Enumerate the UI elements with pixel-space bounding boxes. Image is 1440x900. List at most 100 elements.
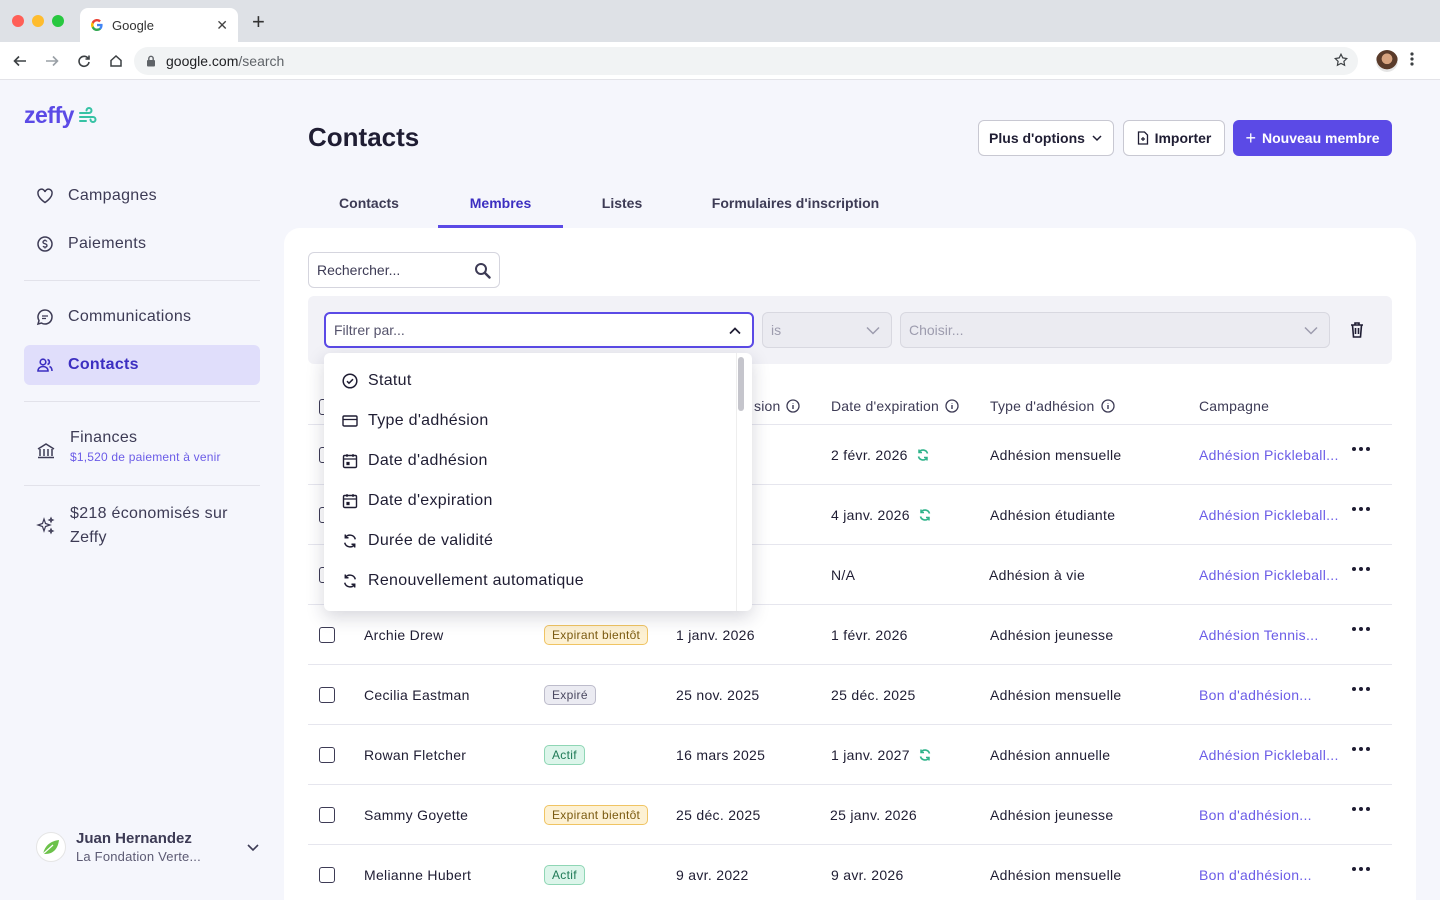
table-row[interactable]: Cecilia Eastman Expiré 25 nov. 2025 25 d… xyxy=(308,664,1392,724)
campaign-link[interactable]: Adhésion Pickleball... xyxy=(1199,725,1339,785)
table-row[interactable]: Sammy Goyette Expirant bientôt 25 déc. 2… xyxy=(308,784,1392,844)
search-input[interactable]: Rechercher... xyxy=(308,252,500,288)
chevron-down-icon[interactable] xyxy=(246,840,260,854)
sidebar-item-contacts[interactable]: Contacts xyxy=(24,345,260,385)
bookmark-star-icon[interactable] xyxy=(1333,52,1349,70)
sidebar-item-communications[interactable]: Communications xyxy=(24,297,260,337)
filter-option-join-date[interactable]: Date d'adhésion xyxy=(342,441,488,481)
col-header-campaign[interactable]: Campagne xyxy=(1199,398,1269,414)
status-badge: Actif xyxy=(544,865,585,885)
zeffy-logo[interactable]: zeffy xyxy=(24,102,98,129)
type-cell: Adhésion annuelle xyxy=(990,747,1111,763)
sidebar-item-finances[interactable]: Finances $1,520 de paiement à venir xyxy=(24,423,260,471)
filter-option-label: Date d'expiration xyxy=(368,492,493,509)
google-icon xyxy=(91,19,103,31)
import-button[interactable]: Importer xyxy=(1123,120,1225,156)
url-path: /search xyxy=(238,53,285,69)
tab-membres[interactable]: Membres xyxy=(438,186,563,228)
campaign-link[interactable]: Bon d'adhésion... xyxy=(1199,845,1312,900)
search-icon[interactable] xyxy=(474,262,491,279)
sparkle-icon xyxy=(36,516,55,535)
row-more-icon[interactable] xyxy=(1352,867,1370,871)
name-cell[interactable]: Archie Drew xyxy=(364,605,444,665)
new-member-label: Nouveau membre xyxy=(1262,130,1380,146)
row-checkbox[interactable] xyxy=(319,747,335,763)
expiration-cell: N/A xyxy=(831,567,856,583)
browser-menu-icon[interactable] xyxy=(1410,51,1414,72)
filter-option-auto-renew[interactable]: Renouvellement automatique xyxy=(342,561,584,601)
row-checkbox[interactable] xyxy=(319,687,335,703)
expiration-date: 4 janv. 2026 xyxy=(831,507,910,523)
back-icon[interactable] xyxy=(10,51,30,71)
close-tab-icon[interactable]: ✕ xyxy=(216,17,228,34)
row-more-icon[interactable] xyxy=(1352,807,1370,811)
name-cell[interactable]: Melianne Hubert xyxy=(364,845,471,900)
minimize-window-button[interactable] xyxy=(32,15,44,27)
home-icon[interactable] xyxy=(106,51,126,71)
window-controls xyxy=(12,15,64,27)
forward-icon[interactable] xyxy=(42,51,62,71)
dropdown-scrollbar[interactable] xyxy=(738,357,744,411)
table-row[interactable]: Melianne Hubert Actif 9 avr. 2022 9 avr.… xyxy=(308,844,1392,900)
filter-field-select[interactable]: Filtrer par... xyxy=(324,312,754,348)
filter-field-placeholder: Filtrer par... xyxy=(334,322,405,338)
row-more-icon[interactable] xyxy=(1352,687,1370,691)
filter-value-select[interactable]: Choisir... xyxy=(900,312,1330,348)
campaign-link[interactable]: Bon d'adhésion... xyxy=(1199,785,1312,845)
row-checkbox[interactable] xyxy=(319,627,335,643)
filter-option-statut[interactable]: Statut xyxy=(342,361,412,401)
new-member-button[interactable]: + Nouveau membre xyxy=(1233,120,1392,156)
tab-formulaires[interactable]: Formulaires d'inscription xyxy=(683,186,908,228)
info-icon[interactable] xyxy=(786,399,801,413)
tab-listes[interactable]: Listes xyxy=(563,186,681,228)
address-bar[interactable]: google.com/search xyxy=(134,47,1358,75)
row-more-icon[interactable] xyxy=(1352,447,1370,451)
sidebar-item-campagnes[interactable]: Campagnes xyxy=(24,176,260,216)
filter-operator-select[interactable]: is xyxy=(762,312,892,348)
sidebar-item-paiements[interactable]: Paiements xyxy=(24,224,260,264)
col-header-label: Type d'adhésion xyxy=(990,398,1095,414)
row-more-icon[interactable] xyxy=(1352,627,1370,631)
name-cell[interactable]: Sammy Goyette xyxy=(364,785,468,845)
chevron-down-icon xyxy=(1304,326,1318,335)
col-header-label: Date d'expiration xyxy=(831,398,940,414)
col-header-expiration[interactable]: Date d'expiration xyxy=(831,398,959,414)
calendar-icon xyxy=(342,454,358,469)
name-cell[interactable]: Rowan Fletcher xyxy=(364,725,466,785)
sidebar-item-savings[interactable]: $218 économisés sur Zeffy xyxy=(24,498,260,550)
expiration-cell: 2 févr. 2026 xyxy=(831,425,930,485)
tab-contacts[interactable]: Contacts xyxy=(308,186,430,228)
row-more-icon[interactable] xyxy=(1352,567,1370,571)
browser-profile-avatar[interactable] xyxy=(1376,50,1398,72)
filter-option-type[interactable]: Type d'adhésion xyxy=(342,401,489,441)
filter-option-label: Renouvellement automatique xyxy=(368,572,584,589)
user-menu[interactable]: Juan Hernandez La Fondation Verte... xyxy=(36,830,260,864)
browser-tab[interactable]: Google ✕ xyxy=(80,8,238,42)
close-window-button[interactable] xyxy=(12,15,24,27)
info-icon[interactable] xyxy=(945,399,959,413)
row-more-icon[interactable] xyxy=(1352,747,1370,751)
reload-icon[interactable] xyxy=(74,51,94,71)
col-header-type[interactable]: Type d'adhésion xyxy=(990,398,1115,414)
maximize-window-button[interactable] xyxy=(52,15,64,27)
campaign-link[interactable]: Adhésion Tennis... xyxy=(1199,605,1319,665)
trash-icon[interactable] xyxy=(1350,321,1364,339)
row-checkbox[interactable] xyxy=(319,867,335,883)
new-tab-button[interactable]: + xyxy=(252,11,265,33)
table-row[interactable]: Rowan Fletcher Actif 16 mars 2025 1 janv… xyxy=(308,724,1392,784)
name-cell[interactable]: Cecilia Eastman xyxy=(364,665,470,725)
filter-option-expiration-date[interactable]: Date d'expiration xyxy=(342,481,493,521)
row-more-icon[interactable] xyxy=(1352,507,1370,511)
filter-option-validity[interactable]: Durée de validité xyxy=(342,521,493,561)
auto-renew-icon xyxy=(919,749,931,761)
more-options-button[interactable]: Plus d'options xyxy=(978,120,1114,156)
campaign-link[interactable]: Adhésion Pickleball... xyxy=(1199,545,1339,605)
row-checkbox[interactable] xyxy=(319,807,335,823)
col-header-join-date[interactable]: sion xyxy=(754,398,801,414)
campaign-link[interactable]: Adhésion Pickleball... xyxy=(1199,485,1339,545)
table-row[interactable]: Archie Drew Expirant bientôt 1 janv. 202… xyxy=(308,604,1392,664)
campaign-link[interactable]: Adhésion Pickleball... xyxy=(1199,425,1339,485)
info-icon[interactable] xyxy=(1100,399,1115,413)
campaign-link[interactable]: Bon d'adhésion... xyxy=(1199,665,1312,725)
sidebar-item-label: Campagnes xyxy=(68,187,157,204)
